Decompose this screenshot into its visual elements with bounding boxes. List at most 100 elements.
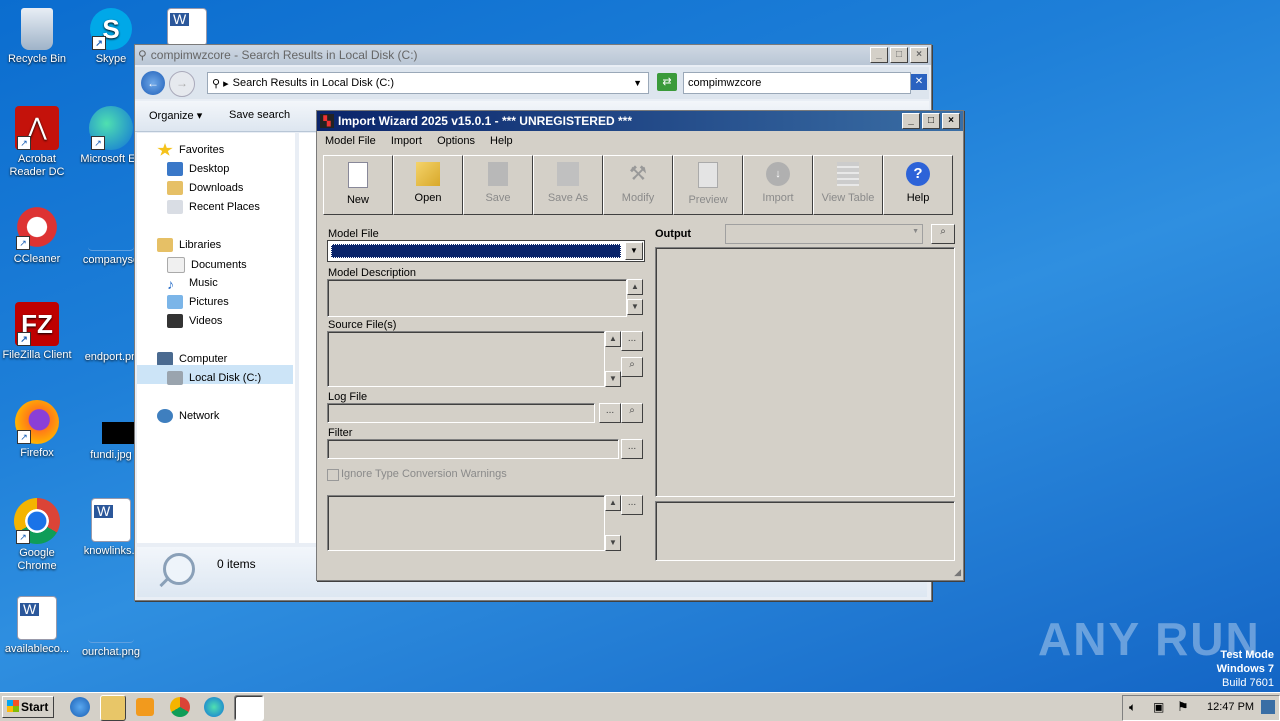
desktop-icon-ourchat[interactable]: ourchat.png	[74, 596, 148, 659]
edge-taskbar-icon[interactable]	[204, 697, 224, 717]
ie-taskbar-icon[interactable]	[70, 697, 90, 717]
chevron-down-icon[interactable]: ▼	[625, 242, 643, 260]
menu-help[interactable]: Help	[490, 135, 513, 147]
nav-desktop[interactable]: Desktop	[167, 162, 229, 176]
explorer-taskbar-icon[interactable]	[100, 695, 126, 721]
nav-computer[interactable]: Computer	[157, 352, 227, 366]
browse-source-button[interactable]: ...	[621, 331, 643, 351]
app-logo-icon: ▚	[320, 114, 334, 128]
resize-grip-icon[interactable]: ◢	[954, 567, 961, 578]
import-wizard-taskbar-icon[interactable]	[234, 695, 264, 721]
chevron-down-icon: ▼	[912, 228, 919, 235]
nav-documents[interactable]: Documents	[167, 257, 247, 273]
explorer-titlebar[interactable]: ⚲ compimwzcore - Search Results in Local…	[135, 45, 931, 65]
chevron-down-icon[interactable]: ▼	[633, 78, 642, 88]
messages-browse-button[interactable]: ...	[621, 495, 643, 515]
organize-button[interactable]: Organize ▾	[149, 109, 202, 122]
minimize-button[interactable]: _	[902, 113, 920, 129]
test-mode-line1: Test Mode	[1220, 649, 1274, 661]
log-file-tool-icon[interactable]: ⌕	[621, 403, 643, 423]
wizard-titlebar[interactable]: ▚ Import Wizard 2025 v15.0.1 - *** UNREG…	[317, 111, 963, 131]
desktop-icon-filezilla[interactable]: FZ ↗ FileZilla Client	[0, 302, 74, 362]
nav-videos[interactable]: Videos	[167, 314, 222, 328]
modify-button[interactable]: ⚒ Modify	[603, 155, 673, 215]
scroll-up-icon[interactable]: ▲	[605, 331, 621, 347]
desktop-icon-chrome[interactable]: ↗ Google Chrome	[0, 498, 74, 573]
network-tray-icon[interactable]: ▣	[1153, 700, 1164, 714]
desktop-icon-acrobat[interactable]: ⋀ ↗ Acrobat Reader DC	[0, 106, 74, 179]
output-tool-icon[interactable]: ⌕	[931, 224, 955, 244]
address-bar[interactable]: ⚲ ▸ Search Results in Local Disk (C:) ▼	[207, 72, 649, 94]
recycle-bin-icon	[21, 8, 53, 50]
import-button[interactable]: ↓ Import	[743, 155, 813, 215]
new-file-icon	[348, 162, 368, 188]
desktop-icon-ccleaner[interactable]: ↗ CCleaner	[0, 204, 74, 266]
hard-drive-icon	[167, 371, 183, 385]
refresh-button[interactable]: ⇄	[657, 73, 677, 91]
help-button[interactable]: ? Help	[883, 155, 953, 215]
nav-favorites[interactable]: Favorites	[157, 143, 224, 157]
chrome-taskbar-icon[interactable]	[170, 697, 190, 717]
menu-import[interactable]: Import	[391, 135, 422, 147]
nav-local-disk[interactable]: Local Disk (C:)	[167, 371, 261, 385]
nav-pictures[interactable]: Pictures	[167, 295, 229, 309]
close-button[interactable]: ×	[942, 113, 960, 129]
item-count: 0 items	[217, 557, 256, 571]
source-file-tool-icon[interactable]: ⌕	[621, 357, 643, 377]
maximize-button[interactable]: □	[890, 47, 908, 63]
scroll-up-icon[interactable]: ▲	[627, 279, 643, 295]
save-search-button[interactable]: Save search	[229, 109, 290, 121]
start-button[interactable]: Start	[2, 696, 54, 718]
nav-libraries[interactable]: Libraries	[157, 238, 221, 252]
preview-button[interactable]: Preview	[673, 155, 743, 215]
media-player-taskbar-icon[interactable]	[136, 698, 154, 716]
scroll-down-icon[interactable]: ▼	[605, 371, 621, 387]
desktop-icon-word-top[interactable]: W	[150, 8, 224, 49]
minimize-button[interactable]: _	[870, 47, 888, 63]
menu-options[interactable]: Options	[437, 135, 475, 147]
nav-downloads[interactable]: Downloads	[167, 181, 243, 195]
show-desktop-icon[interactable]	[1261, 700, 1275, 714]
new-button[interactable]: New	[323, 155, 393, 215]
maximize-button[interactable]: □	[922, 113, 940, 129]
output-combobox[interactable]: ▼	[725, 224, 923, 244]
browse-log-button[interactable]: ...	[599, 403, 621, 423]
output-details-panel	[655, 501, 955, 561]
nav-network[interactable]: Network	[157, 409, 219, 423]
scroll-up-icon[interactable]: ▲	[605, 495, 621, 511]
log-file-input[interactable]	[327, 403, 595, 423]
model-description-textarea[interactable]	[327, 279, 627, 317]
nav-recent-places[interactable]: Recent Places	[167, 200, 260, 214]
filter-input[interactable]	[327, 439, 619, 459]
action-center-flag-icon[interactable]: ⚑	[1177, 699, 1189, 715]
image-file-icon	[88, 400, 148, 446]
ignore-warnings-checkbox[interactable]	[327, 469, 339, 481]
save-button[interactable]: Save	[463, 155, 533, 215]
videos-icon	[167, 314, 183, 328]
messages-textarea[interactable]	[327, 495, 605, 551]
magnifier-handle	[159, 577, 169, 588]
menu-model-file[interactable]: Model File	[325, 135, 376, 147]
speaker-icon[interactable]: 🔈︎	[1129, 700, 1136, 715]
forward-button[interactable]: →	[169, 71, 195, 97]
close-button[interactable]: ×	[910, 47, 928, 63]
view-table-button[interactable]: View Table	[813, 155, 883, 215]
model-file-combobox[interactable]: ▼	[327, 240, 645, 262]
desktop-icon-firefox[interactable]: ↗ Firefox	[0, 400, 74, 460]
scroll-down-icon[interactable]: ▼	[627, 299, 643, 315]
search-input[interactable]: compimwzcore	[683, 72, 911, 94]
desktop-icon-availableco[interactable]: W availableco...	[0, 596, 74, 656]
save-as-icon	[557, 162, 579, 186]
source-files-list[interactable]	[327, 331, 605, 387]
clock[interactable]: 12:47 PM	[1207, 701, 1254, 713]
filezilla-icon: FZ ↗	[15, 302, 59, 346]
open-button[interactable]: Open	[393, 155, 463, 215]
preview-icon	[698, 162, 718, 188]
scroll-down-icon[interactable]: ▼	[605, 535, 621, 551]
filter-browse-button[interactable]: ...	[621, 439, 643, 459]
back-button[interactable]: ←	[141, 71, 165, 95]
clear-search-button[interactable]: ✕	[911, 74, 927, 90]
save-as-button[interactable]: Save As	[533, 155, 603, 215]
nav-music[interactable]: ♪ Music	[167, 276, 218, 292]
desktop-icon-recycle-bin[interactable]: Recycle Bin	[0, 8, 74, 66]
